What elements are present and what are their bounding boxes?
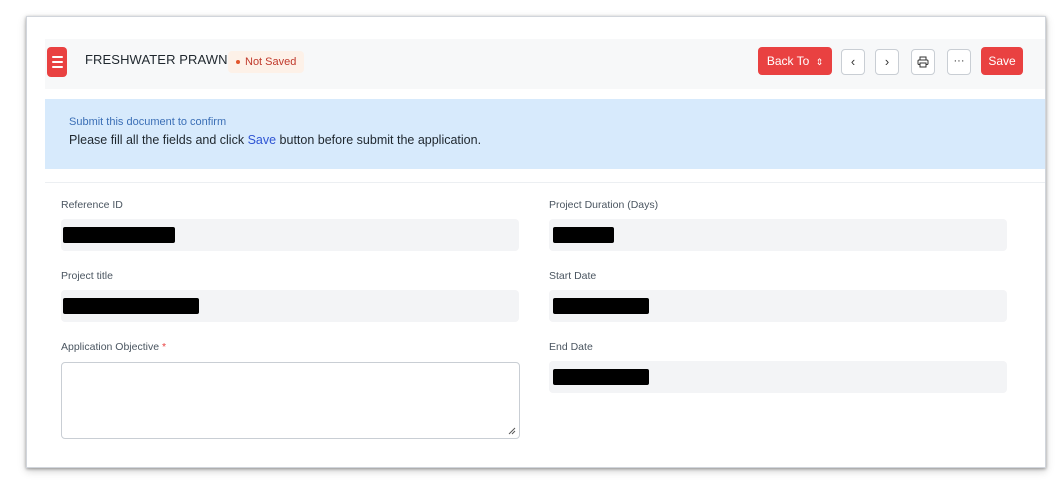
page-header: FRESHWATER PRAWN Not Saved Back To ⇕ ‹ ›… xyxy=(45,39,1045,89)
print-button[interactable] xyxy=(911,49,935,75)
save-button[interactable]: Save xyxy=(981,47,1023,75)
reference-id-label: Reference ID xyxy=(61,199,123,211)
end-date-field[interactable] xyxy=(549,361,1007,393)
back-to-label: Back To xyxy=(766,54,810,68)
redacted-value xyxy=(553,227,614,243)
printer-icon xyxy=(917,56,929,68)
redacted-value xyxy=(63,298,199,314)
menu-icon[interactable] xyxy=(47,47,67,77)
notice-heading: Submit this document to confirm xyxy=(69,116,227,128)
more-button[interactable]: ··· xyxy=(947,49,971,75)
submit-notice: Submit this document to confirm Please f… xyxy=(45,99,1045,169)
required-marker: * xyxy=(161,341,167,353)
back-to-button[interactable]: Back To ⇕ xyxy=(758,47,832,75)
divider xyxy=(45,182,1045,183)
project-duration-field[interactable] xyxy=(549,219,1007,251)
project-title-field[interactable] xyxy=(61,290,519,322)
resize-handle-icon[interactable] xyxy=(508,427,516,435)
start-date-label: Start Date xyxy=(549,270,597,282)
redacted-value xyxy=(553,298,649,314)
notice-text-after: button before submit the application. xyxy=(276,133,482,147)
redacted-value xyxy=(63,227,175,243)
notice-text-before: Please fill all the fields and click xyxy=(69,133,248,147)
chevron-left-icon: ‹ xyxy=(850,54,856,69)
project-duration-label: Project Duration (Days) xyxy=(549,199,659,211)
form-card: FRESHWATER PRAWN Not Saved Back To ⇕ ‹ ›… xyxy=(26,16,1046,468)
start-date-field[interactable] xyxy=(549,290,1007,322)
end-date-label: End Date xyxy=(549,341,593,353)
previous-button[interactable]: ‹ xyxy=(841,49,865,75)
status-badge: Not Saved xyxy=(228,51,305,73)
up-down-chevron-icon: ⇕ xyxy=(815,57,824,67)
reference-id-field[interactable] xyxy=(61,219,519,251)
status-dot-icon xyxy=(236,60,240,64)
application-objective-label: Application Objective * xyxy=(61,341,166,353)
status-text: Not Saved xyxy=(245,56,297,68)
notice-save-link[interactable]: Save xyxy=(248,133,277,147)
next-button[interactable]: › xyxy=(875,49,899,75)
page-title: FRESHWATER PRAWN xyxy=(85,52,228,67)
notice-message: Please fill all the fields and click Sav… xyxy=(69,133,481,147)
application-objective-textarea[interactable] xyxy=(61,362,520,439)
project-title-label: Project title xyxy=(61,270,113,282)
chevron-right-icon: › xyxy=(884,54,890,69)
redacted-value xyxy=(553,369,649,385)
application-objective-label-text: Application Objective xyxy=(61,341,160,353)
